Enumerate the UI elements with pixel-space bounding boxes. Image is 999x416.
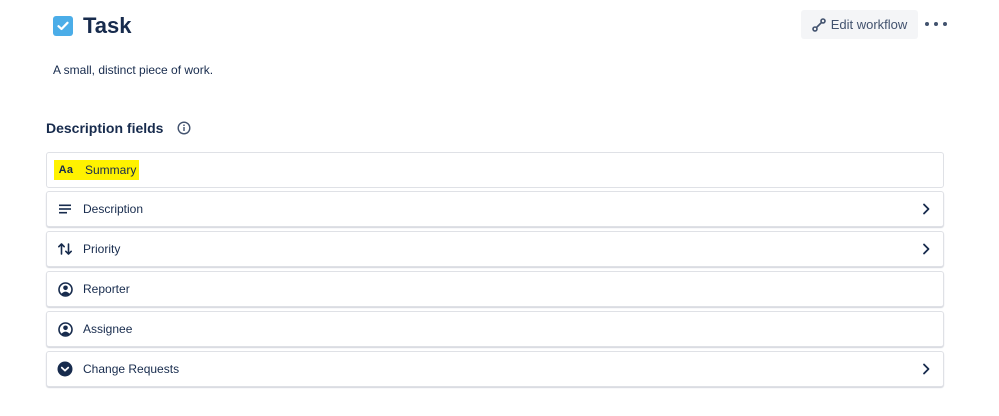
field-label: Description [83,202,144,216]
person-circle-icon [57,281,73,297]
more-horizontal-icon [925,22,929,26]
summary-highlight: Aa Summary [54,160,140,180]
checkbox-task-icon [53,16,73,36]
text-field-icon: Aa [56,162,76,178]
section-heading: Description fields [46,118,191,138]
more-dot [934,22,938,26]
issue-type-page: Task Edit workflow A small, distinct pie… [0,0,999,416]
field-summary[interactable]: Aa Summary [46,152,944,188]
issue-type-description: A small, distinct piece of work. [53,63,214,77]
field-description[interactable]: Description [46,191,944,227]
chevron-circle-icon [57,361,73,377]
workflow-icon [811,17,826,32]
field-reporter[interactable]: Reporter [46,271,944,307]
edit-workflow-label: Edit workflow [830,17,908,32]
description-fields-list: Aa Summary Description Priority Reporter… [46,152,944,391]
page-header: Task [53,13,132,39]
chevron-right-icon[interactable] [921,203,931,215]
field-label: Reporter [83,282,130,296]
chevron-right-icon[interactable] [921,243,931,255]
field-label: Priority [83,242,121,256]
chevron-right-icon[interactable] [921,363,931,375]
text-field-icon-glyph: Aa [58,164,74,176]
more-dot [943,22,947,26]
more-options-button[interactable] [925,14,947,34]
field-label: Summary [85,163,137,177]
field-assignee[interactable]: Assignee [46,311,944,347]
field-change-requests[interactable]: Change Requests [46,351,944,387]
field-label: Assignee [83,322,133,336]
field-priority[interactable]: Priority [46,231,944,267]
section-title: Description fields [46,120,164,136]
edit-workflow-button[interactable]: Edit workflow [801,10,918,39]
sort-arrows-icon [57,241,73,257]
person-circle-icon [57,321,73,337]
field-label: Change Requests [83,362,180,376]
paragraph-icon [57,201,73,217]
info-icon[interactable] [177,121,191,135]
page-title: Task [83,13,132,38]
